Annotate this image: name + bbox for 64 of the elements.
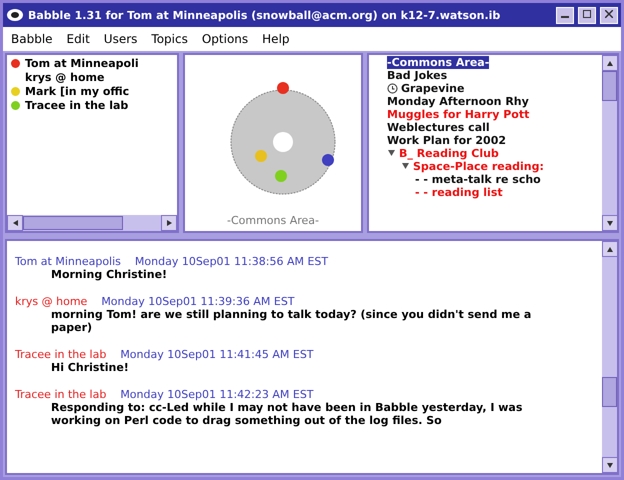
message-time: Monday 10Sep01 11:39:36 AM EST	[101, 295, 295, 308]
menu-item[interactable]: Edit	[66, 32, 90, 46]
topic-item[interactable]: -Commons Area-	[387, 56, 490, 69]
user-name[interactable]: krys @ home	[25, 71, 104, 84]
maximize-icon	[583, 10, 591, 18]
message-author: Tom at Minneapolis	[15, 255, 121, 268]
scroll-left-button[interactable]	[7, 215, 23, 231]
center-circle	[273, 132, 293, 152]
message-time: Monday 10Sep01 11:41:45 AM EST	[120, 348, 314, 361]
maximize-button[interactable]	[578, 6, 596, 24]
room-caption: -Commons Area-	[226, 214, 320, 227]
left-arrow-icon	[12, 220, 18, 226]
message-author: Tracee in the lab	[15, 348, 106, 361]
topic-item[interactable]: - - meta-talk re scho	[415, 173, 541, 186]
user-name[interactable]: Tom at Minneapoli	[25, 57, 139, 70]
topic-item[interactable]: Space-Place reading:	[413, 160, 544, 173]
message-author: krys @ home	[15, 295, 88, 308]
clock-icon	[387, 83, 398, 94]
scroll-thumb[interactable]	[602, 71, 617, 101]
message-text: Responding to: cc-Led while I may not have been in Babble yesterday, I was working on Perl code to drag something out of the log files. So	[50, 401, 524, 427]
topic-item[interactable]: Weblectures call	[387, 121, 490, 134]
app-icon	[6, 8, 24, 22]
topic-item[interactable]: Work Plan for 2002	[387, 134, 506, 147]
message-text: morning Tom! are we still planning to talk today? (since you didn't send me a paper)	[50, 308, 532, 334]
down-arrow-icon	[607, 220, 613, 226]
horizontal-scrollbar[interactable]	[7, 215, 177, 231]
down-arrow-icon	[607, 462, 613, 468]
menu-item[interactable]: Help	[262, 32, 290, 46]
scroll-down-button[interactable]	[602, 215, 618, 231]
message-time: Monday 10Sep01 11:42:23 AM EST	[120, 388, 314, 401]
up-arrow-icon	[607, 60, 613, 66]
scroll-thumb[interactable]	[23, 216, 123, 230]
minimize-button[interactable]	[556, 6, 574, 24]
topic-item[interactable]: Muggles for Harry Pott	[387, 108, 530, 121]
scroll-up-button[interactable]	[602, 55, 618, 71]
menu-item[interactable]: Topics	[151, 32, 188, 46]
message-text: Hi Christine!	[50, 361, 130, 374]
scroll-right-button[interactable]	[161, 215, 177, 231]
topic-item[interactable]: - - reading list	[415, 186, 503, 199]
message-time: Monday 10Sep01 11:38:56 AM EST	[134, 255, 328, 268]
topic-item[interactable]: Monday Afternoon Rhy	[387, 95, 529, 108]
vertical-scrollbar[interactable]	[602, 241, 617, 473]
expand-toggle-icon[interactable]	[401, 162, 410, 171]
user-name[interactable]: Mark [in my offic	[25, 85, 130, 98]
scroll-thumb[interactable]	[602, 377, 617, 407]
minimize-icon	[561, 16, 569, 18]
menu-item[interactable]: Babble	[11, 32, 53, 46]
topic-item[interactable]: Grapevine	[401, 82, 464, 95]
window-title: Babble 1.31 for Tom at Minneapolis (snowball@acm.org) on k12-7.watson.ib	[28, 8, 502, 22]
message-text: Morning Christine!	[50, 268, 168, 281]
scroll-up-button[interactable]	[602, 241, 618, 257]
vertical-scrollbar[interactable]	[602, 55, 617, 231]
user-name[interactable]: Tracee in the lab	[25, 99, 128, 112]
scroll-down-button[interactable]	[602, 457, 618, 473]
menu-item[interactable]: Users	[104, 32, 138, 46]
close-button[interactable]	[600, 6, 618, 24]
menu-item[interactable]: Options	[202, 32, 248, 46]
up-arrow-icon	[607, 246, 613, 252]
topic-item[interactable]: Bad Jokes	[387, 69, 448, 82]
expand-toggle-icon[interactable]	[387, 149, 396, 158]
right-arrow-icon	[166, 220, 172, 226]
topic-item[interactable]: B_ Reading Club	[399, 147, 499, 160]
close-icon	[605, 10, 613, 18]
message-author: Tracee in the lab	[15, 388, 106, 401]
